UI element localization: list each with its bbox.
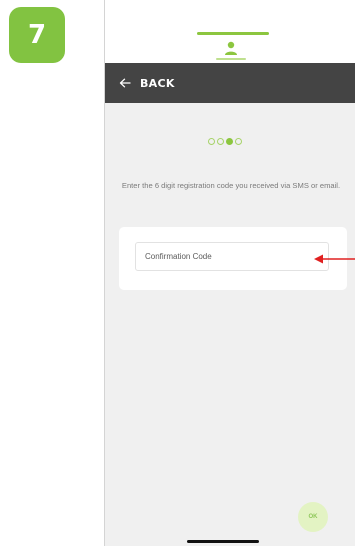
active-tab-indicator xyxy=(216,58,246,60)
phone-screen: BACK Enter the 6 digit registration code… xyxy=(104,0,355,546)
header-area xyxy=(105,0,355,63)
back-button[interactable]: BACK xyxy=(105,63,355,103)
progress-dot xyxy=(235,138,242,145)
red-arrow-pointer-icon xyxy=(314,254,355,264)
ok-button[interactable]: OK xyxy=(298,502,328,532)
progress-dots xyxy=(208,138,242,145)
home-indicator xyxy=(187,540,259,543)
arrow-left-icon xyxy=(119,78,131,88)
back-label: BACK xyxy=(140,76,175,90)
step-number-badge: 7 xyxy=(9,7,65,63)
user-icon xyxy=(225,41,237,55)
progress-dot xyxy=(208,138,215,145)
progress-dot-active xyxy=(226,138,233,145)
instruction-text: Enter the 6 digit registration code you … xyxy=(121,181,341,190)
progress-dot xyxy=(217,138,224,145)
header-accent-line xyxy=(197,32,269,35)
confirmation-code-input[interactable] xyxy=(135,242,329,271)
